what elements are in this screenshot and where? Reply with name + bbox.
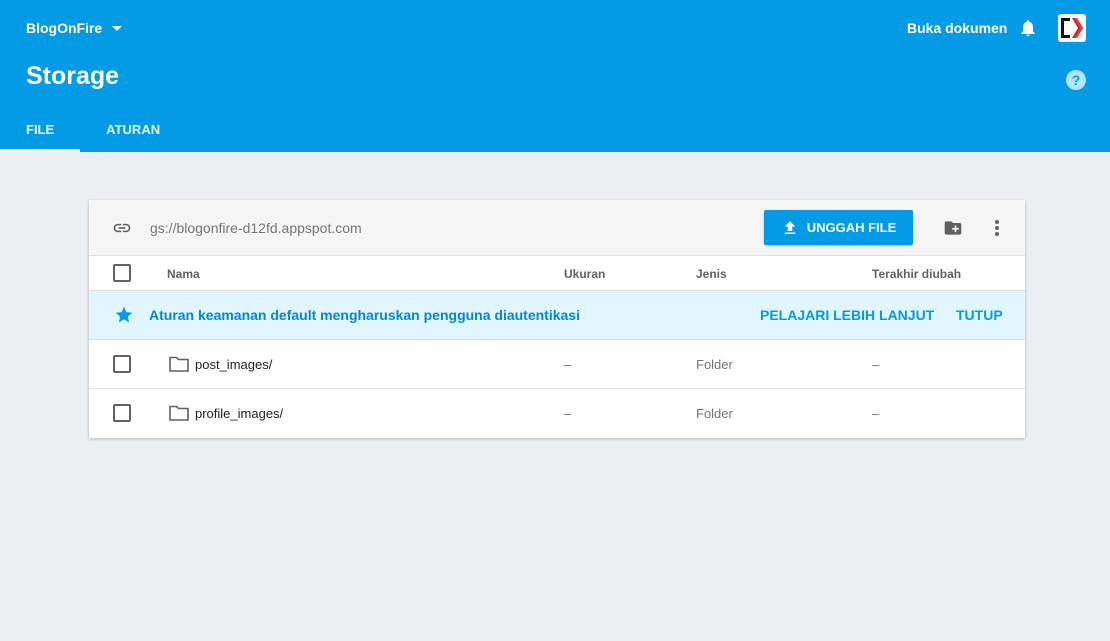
file-modified: – — [872, 406, 880, 421]
file-size: – — [564, 357, 572, 372]
top-bar: BlogOnFire Buka dokumen — [0, 0, 1110, 56]
column-size[interactable]: Ukuran — [564, 267, 605, 281]
upload-label: UNGGAH FILE — [806, 220, 897, 235]
project-name: BlogOnFire — [26, 20, 103, 36]
tab-rules[interactable]: ATURAN — [80, 108, 186, 152]
project-selector[interactable]: BlogOnFire — [26, 20, 123, 36]
page-title: Storage — [26, 62, 120, 90]
security-notice: Aturan keamanan default mengharuskan pen… — [89, 291, 1025, 340]
file-type: Folder — [696, 406, 733, 421]
docs-link[interactable]: Buka dokumen — [907, 20, 1007, 36]
notice-text: Aturan keamanan default mengharuskan pen… — [149, 307, 580, 323]
help-icon[interactable]: ? — [1066, 70, 1086, 90]
column-modified[interactable]: Terakhir diubah — [872, 267, 961, 281]
file-type: Folder — [696, 357, 733, 372]
row-checkbox[interactable] — [113, 355, 131, 373]
card-toolbar: gs://blogonfire-d12fd.appspot.com UNGGAH… — [89, 200, 1025, 256]
tab-file[interactable]: FILE — [0, 108, 81, 152]
upload-file-button[interactable]: UNGGAH FILE — [764, 210, 913, 245]
column-type[interactable]: Jenis — [696, 267, 727, 281]
tab-bar: FILE ATURAN — [0, 108, 186, 152]
storage-file-card: gs://blogonfire-d12fd.appspot.com UNGGAH… — [89, 200, 1025, 438]
file-size: – — [564, 406, 572, 421]
folder-icon — [169, 356, 189, 372]
table-row[interactable]: profile_images/ – Folder – — [89, 389, 1025, 438]
table-row[interactable]: post_images/ – Folder – — [89, 340, 1025, 389]
avatar[interactable] — [1058, 14, 1086, 42]
link-icon[interactable] — [111, 218, 133, 238]
file-name[interactable]: post_images/ — [195, 357, 272, 372]
file-name[interactable]: profile_images/ — [195, 406, 283, 421]
bell-icon[interactable] — [1018, 17, 1038, 39]
avatar-logo-icon — [1061, 18, 1083, 38]
bucket-url: gs://blogonfire-d12fd.appspot.com — [150, 220, 362, 236]
star-icon — [115, 306, 133, 323]
create-folder-icon[interactable] — [942, 218, 964, 238]
select-all-checkbox[interactable] — [113, 264, 131, 282]
dropdown-caret-icon — [112, 25, 123, 31]
more-vert-icon[interactable] — [989, 218, 1005, 238]
row-checkbox[interactable] — [113, 404, 131, 422]
table-header: Nama Ukuran Jenis Terakhir diubah — [89, 256, 1025, 291]
close-notice-button[interactable]: TUTUP — [956, 307, 1003, 323]
learn-more-link[interactable]: PELAJARI LEBIH LANJUT — [760, 307, 934, 323]
column-name[interactable]: Nama — [167, 267, 200, 281]
folder-icon — [169, 405, 189, 421]
upload-icon — [784, 220, 795, 234]
app-header: BlogOnFire Buka dokumen Storage ? FILE A… — [0, 0, 1110, 152]
file-modified: – — [872, 357, 880, 372]
